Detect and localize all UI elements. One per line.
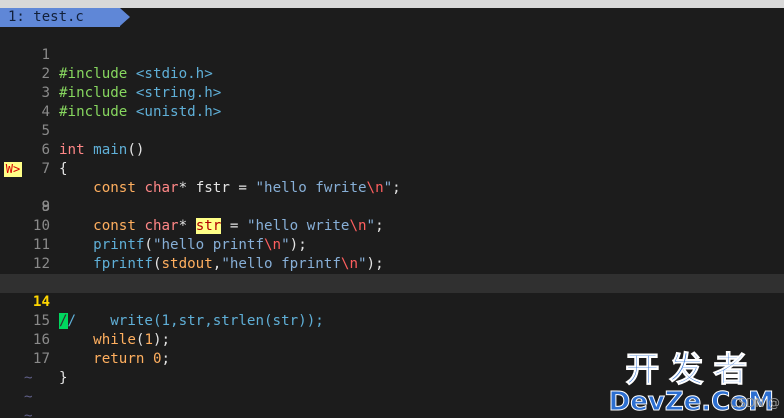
code-line: 5 int main() (0, 103, 784, 158)
code-line: 1 #include <stdio.h> (0, 27, 784, 82)
code-line: 11 fprintf(stdout,"hello fprintf\n"); (0, 217, 784, 272)
code-line: 9 (0, 179, 784, 215)
window-top-bar (0, 0, 784, 8)
watermark-csdn-text: CSDN @ (729, 396, 780, 410)
code-line: 7 const char* fstr = "hello fwrite\n"; (0, 141, 784, 196)
code-line: 12 fwrite(fstr,strlen(fstr),1,stdout); (0, 236, 784, 291)
current-code-line: 14 // write(1,str,strlen(str)); (0, 274, 784, 329)
tilde-marker: ~ (24, 408, 33, 418)
tab-test-c[interactable]: 1: test.c (0, 8, 120, 27)
code-line: 4 (0, 84, 784, 120)
warning-sign-icon[interactable]: W> (4, 162, 22, 177)
watermark-top-text: 开发者 (625, 350, 758, 390)
code-line: 10 printf("hello printf\n"); (0, 198, 784, 253)
code-line: W> 8 const char* str = "hello write\n"; (0, 160, 784, 234)
tab-arrow-icon (120, 8, 130, 26)
code-line: 2 #include <string.h> (0, 46, 784, 101)
code-line: 15 while(1); (0, 293, 784, 348)
code-line: 13 (0, 255, 784, 291)
code-line: 17 } (0, 331, 784, 386)
tabline: 1: test.c (0, 8, 784, 27)
code-line: 16 return 0; (0, 312, 784, 367)
code-line: 3 #include <unistd.h> (0, 65, 784, 120)
code-line: 6 { (0, 122, 784, 177)
